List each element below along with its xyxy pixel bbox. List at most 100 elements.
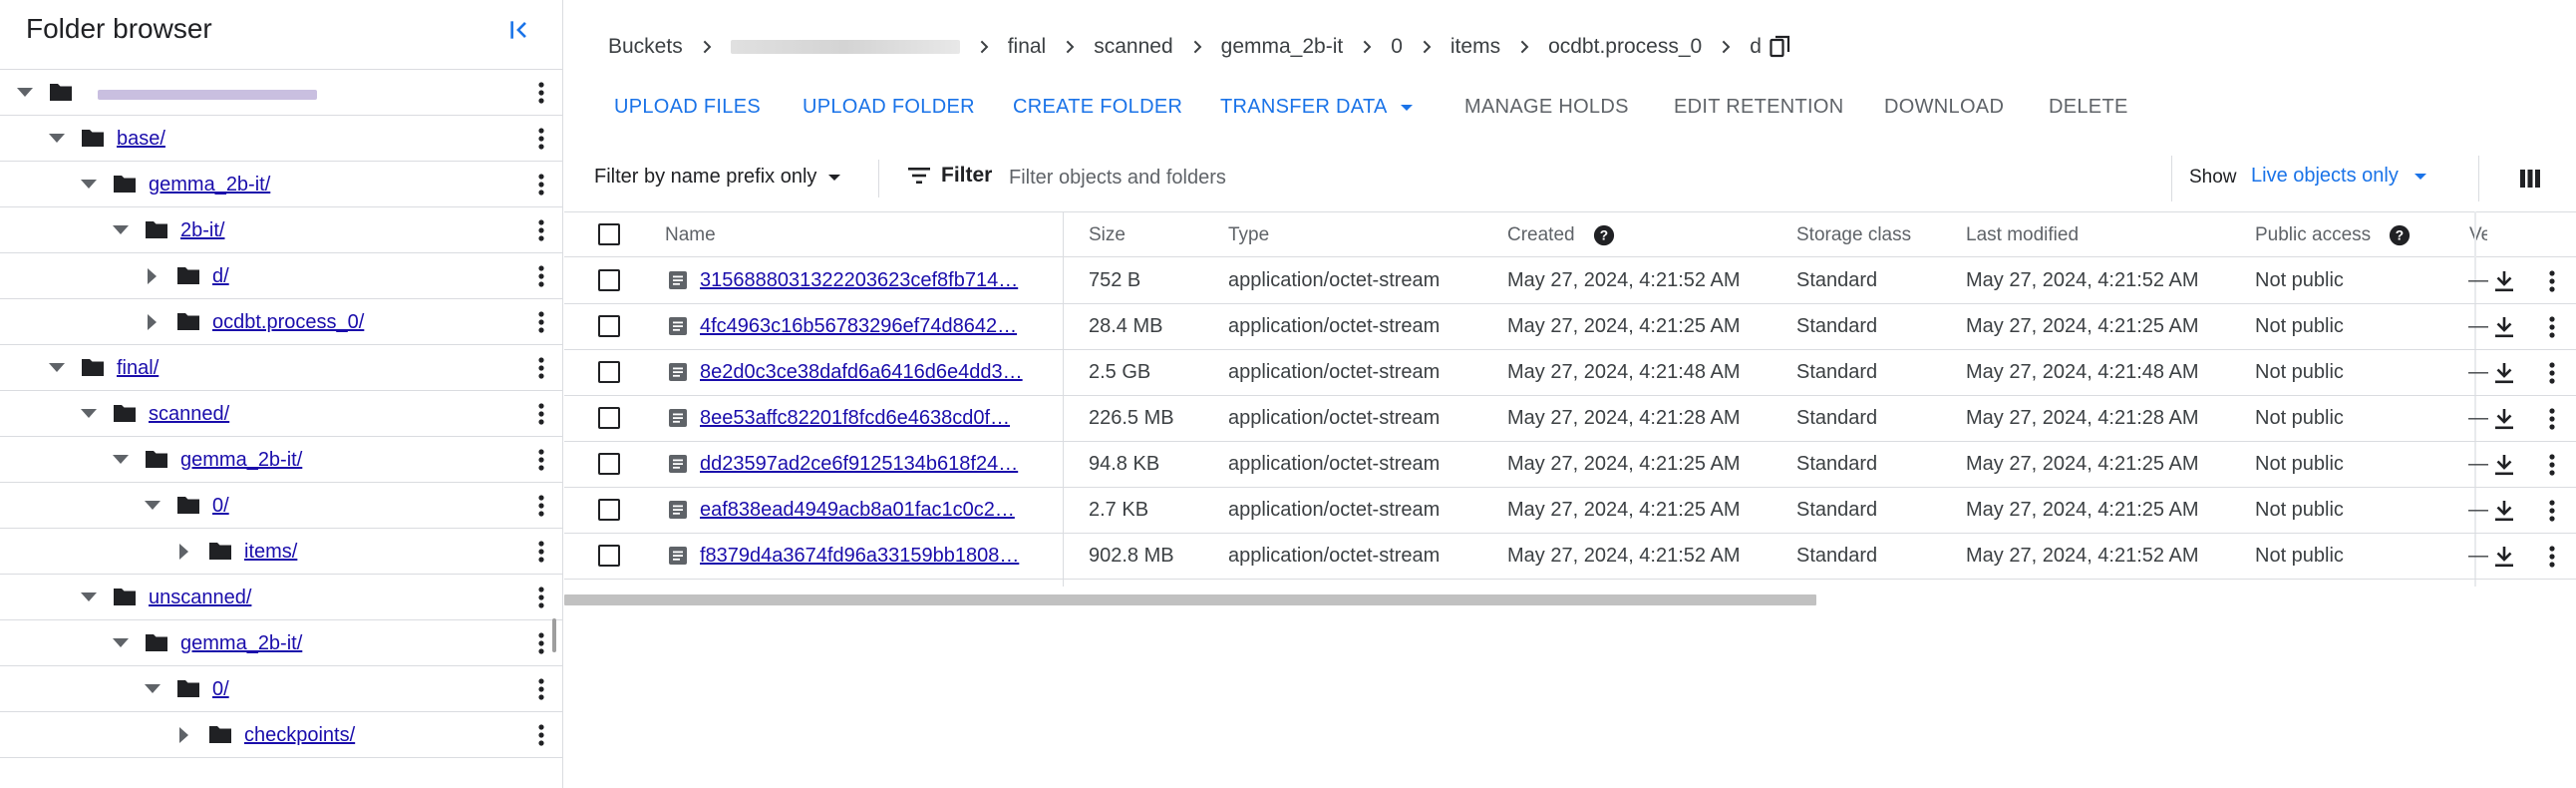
caret-down-icon[interactable] <box>109 218 133 242</box>
row-checkbox[interactable] <box>598 269 620 291</box>
table-row[interactable]: 3156888031322203623cef8fb714… 752 B applic… <box>564 257 2576 304</box>
upload-files-button[interactable]: UPLOAD FILES <box>614 96 761 119</box>
caret-right-icon[interactable] <box>141 264 164 288</box>
caret-right-icon[interactable] <box>172 540 196 564</box>
download-icon[interactable] <box>2491 544 2517 570</box>
column-header-storage-class[interactable]: Storage class <box>1796 224 1911 246</box>
column-header-last-modified[interactable]: Last modified <box>1966 224 2079 246</box>
caret-down-icon[interactable] <box>77 586 101 609</box>
folder-tree-label[interactable]: gemma_2b-it/ <box>180 631 302 655</box>
download-icon[interactable] <box>2491 268 2517 294</box>
more-vert-icon[interactable] <box>529 170 553 199</box>
help-icon[interactable]: ? <box>1593 224 1615 246</box>
column-display-button[interactable] <box>2516 165 2544 193</box>
download-icon[interactable] <box>2491 498 2517 524</box>
caret-down-icon[interactable] <box>141 494 164 518</box>
folder-tree-scrollbar[interactable] <box>552 618 556 652</box>
object-name-link[interactable]: 3156888031322203623cef8fb714… <box>700 269 1035 292</box>
download-icon[interactable] <box>2491 452 2517 478</box>
folder-tree-item[interactable]: final/ <box>0 345 563 391</box>
caret-right-icon[interactable] <box>141 310 164 334</box>
folder-tree-label[interactable]: 0/ <box>212 494 229 518</box>
column-header-type[interactable]: Type <box>1228 224 1269 246</box>
folder-tree-label[interactable]: 2b-it/ <box>180 218 224 242</box>
breadcrumb-scanned[interactable]: scanned <box>1094 35 1172 59</box>
help-icon[interactable]: ? <box>2389 224 2411 246</box>
more-vert-icon[interactable] <box>2540 542 2564 572</box>
filter-mode-select[interactable]: Filter by name prefix only <box>594 166 842 189</box>
folder-tree-item[interactable]: gemma_2b-it/ <box>0 162 563 207</box>
object-name-link[interactable]: 4fc4963c16b56783296ef74d8642… <box>700 315 1035 338</box>
redacted-bucket-name[interactable] <box>98 90 317 100</box>
breadcrumb-gemma[interactable]: gemma_2b-it <box>1221 35 1344 59</box>
upload-folder-button[interactable]: UPLOAD FOLDER <box>803 96 975 119</box>
folder-tree-label[interactable]: unscanned/ <box>149 586 251 609</box>
breadcrumb-0[interactable]: 0 <box>1391 35 1403 59</box>
object-name-link[interactable]: 8ee53affc82201f8fcd6e4638cd0f… <box>700 407 1035 430</box>
more-vert-icon[interactable] <box>529 445 553 475</box>
column-header-public-access-wrap[interactable]: Public access ? <box>2255 224 2411 246</box>
more-vert-icon[interactable] <box>529 307 553 337</box>
more-vert-icon[interactable] <box>529 720 553 750</box>
object-name-link[interactable]: f8379d4a3674fd96a33159bb1808… <box>700 545 1035 568</box>
caret-down-icon[interactable] <box>141 677 164 701</box>
more-vert-icon[interactable] <box>2540 450 2564 480</box>
folder-tree-item[interactable]: scanned/ <box>0 391 563 437</box>
download-icon[interactable] <box>2491 360 2517 386</box>
collapse-panel-button[interactable] <box>501 12 537 48</box>
row-checkbox[interactable] <box>598 453 620 475</box>
edit-retention-button[interactable]: EDIT RETENTION <box>1674 96 1844 119</box>
column-header-size[interactable]: Size <box>1089 224 1126 246</box>
column-header-created-wrap[interactable]: Created ? <box>1507 224 1615 246</box>
table-row[interactable]: eaf838ead4949acb8a01fac1c0c2… 2.7 KB appli… <box>564 487 2576 534</box>
more-vert-icon[interactable] <box>529 124 553 154</box>
breadcrumb-items[interactable]: items <box>1450 35 1500 59</box>
table-row[interactable]: 4fc4963c16b56783296ef74d8642… 28.4 MB appl… <box>564 303 2576 350</box>
table-row[interactable]: f8379d4a3674fd96a33159bb1808… 902.8 MB app… <box>564 533 2576 580</box>
filter-button[interactable]: Filter <box>907 164 992 188</box>
more-vert-icon[interactable] <box>529 628 553 658</box>
more-vert-icon[interactable] <box>529 583 553 612</box>
folder-tree-item[interactable]: base/ <box>0 116 563 162</box>
more-vert-icon[interactable] <box>529 353 553 383</box>
caret-down-icon[interactable] <box>13 81 37 105</box>
more-vert-icon[interactable] <box>2540 266 2564 296</box>
download-button[interactable]: DOWNLOAD <box>1884 96 2004 119</box>
more-vert-icon[interactable] <box>2540 358 2564 388</box>
caret-down-icon[interactable] <box>109 448 133 472</box>
create-folder-button[interactable]: CREATE FOLDER <box>1013 96 1182 119</box>
download-icon[interactable] <box>2491 314 2517 340</box>
breadcrumb-final[interactable]: final <box>1008 35 1047 59</box>
folder-tree-label[interactable]: checkpoints/ <box>244 723 355 747</box>
folder-tree-label[interactable]: items/ <box>244 540 297 564</box>
folder-tree-item[interactable]: d/ <box>0 253 563 299</box>
more-vert-icon[interactable] <box>2540 404 2564 434</box>
folder-tree-label[interactable]: gemma_2b-it/ <box>149 173 270 197</box>
caret-right-icon[interactable] <box>172 723 196 747</box>
folder-tree-label[interactable]: final/ <box>117 356 159 380</box>
breadcrumb-buckets[interactable]: Buckets <box>608 35 683 59</box>
more-vert-icon[interactable] <box>529 399 553 429</box>
folder-tree-item[interactable] <box>0 70 563 116</box>
column-header-name[interactable]: Name <box>665 224 716 246</box>
folder-tree-label[interactable]: base/ <box>117 127 165 151</box>
row-checkbox[interactable] <box>598 407 620 429</box>
caret-down-icon[interactable] <box>45 356 69 380</box>
more-vert-icon[interactable] <box>2540 496 2564 526</box>
more-vert-icon[interactable] <box>529 537 553 567</box>
object-name-link[interactable]: dd23597ad2ce6f9125134b618f24… <box>700 453 1035 476</box>
more-vert-icon[interactable] <box>529 491 553 521</box>
row-checkbox[interactable] <box>598 315 620 337</box>
column-header-version[interactable]: Ve <box>2469 224 2487 246</box>
transfer-data-button[interactable]: TRANSFER DATA <box>1220 96 1414 119</box>
horizontal-scrollbar-thumb[interactable] <box>564 594 1816 605</box>
horizontal-scrollbar[interactable] <box>564 592 2576 606</box>
folder-tree-item[interactable]: 0/ <box>0 483 563 529</box>
manage-holds-button[interactable]: MANAGE HOLDS <box>1464 96 1629 119</box>
more-vert-icon[interactable] <box>2540 312 2564 342</box>
folder-tree-item[interactable]: ocdbt.process_0/ <box>0 299 563 345</box>
object-name-link[interactable]: eaf838ead4949acb8a01fac1c0c2… <box>700 499 1035 522</box>
show-objects-select[interactable]: Live objects only <box>2251 165 2428 188</box>
caret-down-icon[interactable] <box>77 402 101 426</box>
folder-tree-item[interactable]: gemma_2b-it/ <box>0 437 563 483</box>
